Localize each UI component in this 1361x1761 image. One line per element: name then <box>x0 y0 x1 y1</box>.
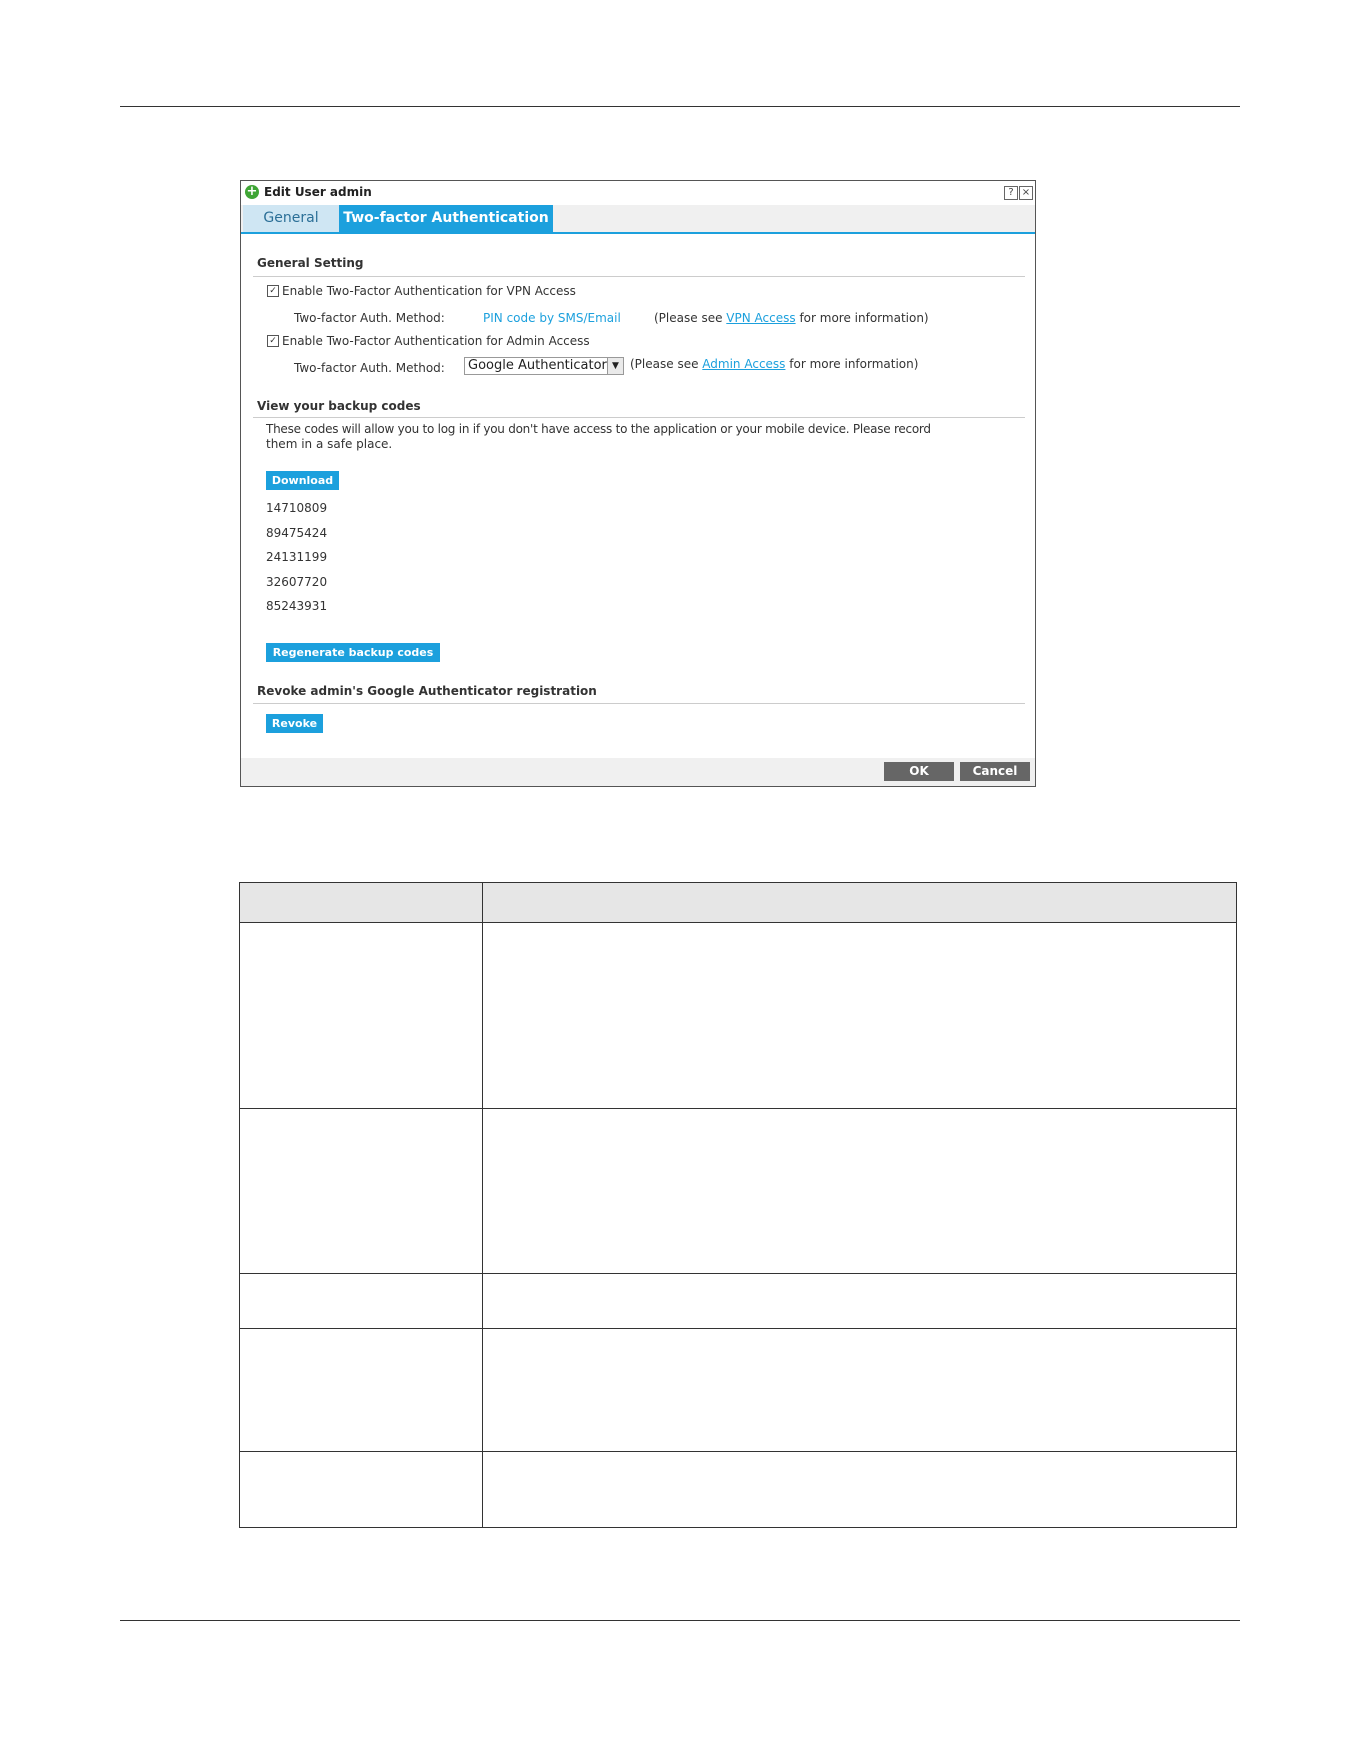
backup-description-line2: them in a safe place. <box>266 437 393 451</box>
tab-two-factor-authentication[interactable]: Two-factor Authentication <box>339 205 553 232</box>
table-cell <box>482 1273 1237 1329</box>
edit-user-dialog: + Edit User admin ? × General Two-factor… <box>240 180 1036 787</box>
table-header-cell <box>482 882 1237 923</box>
admin-method-note: (Please see Admin Access for more inform… <box>630 357 918 371</box>
ok-button[interactable]: OK <box>884 762 954 781</box>
backup-code: 32607720 <box>266 575 328 589</box>
note-suffix: for more information) <box>789 357 919 371</box>
dialog-footer: OK Cancel <box>241 758 1035 786</box>
table-cell <box>239 1108 483 1274</box>
revoke-heading: Revoke admin's Google Authenticator regi… <box>257 684 597 698</box>
table-cell <box>239 1451 483 1528</box>
add-user-icon: + <box>245 184 259 199</box>
header-rule <box>120 106 1240 107</box>
admin-2fa-checkbox-label: Enable Two-Factor Authentication for Adm… <box>282 334 590 348</box>
table-row <box>239 1451 1237 1528</box>
table-row <box>239 1273 1237 1329</box>
vpn-access-link[interactable]: VPN Access <box>726 311 795 325</box>
table-cell <box>239 1328 483 1452</box>
description-table <box>239 882 1237 1528</box>
backup-code: 24131199 <box>266 550 328 564</box>
section-divider <box>253 703 1025 704</box>
table-header-cell <box>239 882 483 923</box>
backup-codes-heading: View your backup codes <box>257 399 421 413</box>
general-setting-heading: General Setting <box>257 256 364 270</box>
admin-method-label: Two-factor Auth. Method: <box>294 361 445 375</box>
table-cell <box>239 1273 483 1329</box>
table-row <box>239 922 1237 1109</box>
admin-2fa-checkbox[interactable]: ✓ <box>267 335 279 347</box>
cancel-button[interactable]: Cancel <box>960 762 1030 781</box>
table-cell <box>482 922 1237 1109</box>
chevron-down-icon[interactable]: ▼ <box>607 358 623 374</box>
table-row <box>239 1328 1237 1452</box>
section-divider <box>253 276 1025 277</box>
admin-method-selected: Google Authenticator <box>468 358 607 373</box>
regenerate-backup-codes-button[interactable]: Regenerate backup codes <box>266 643 440 662</box>
backup-code: 14710809 <box>266 501 328 515</box>
table-cell <box>482 1451 1237 1528</box>
admin-method-select[interactable]: Google Authenticator ▼ <box>464 357 624 375</box>
dialog-titlebar: + Edit User admin ? × <box>241 181 1035 205</box>
admin-access-link[interactable]: Admin Access <box>702 357 785 371</box>
vpn-2fa-checkbox-label: Enable Two-Factor Authentication for VPN… <box>282 284 576 298</box>
section-divider <box>253 417 1025 418</box>
backup-description-line1: These codes will allow you to log in if … <box>266 422 931 436</box>
download-button[interactable]: Download <box>266 471 339 490</box>
note-suffix: for more information) <box>799 311 929 325</box>
table-cell <box>482 1108 1237 1274</box>
table-cell <box>482 1328 1237 1452</box>
note-prefix: (Please see <box>654 311 723 325</box>
footer-rule <box>120 1620 1240 1621</box>
vpn-method-value: PIN code by SMS/Email <box>483 311 621 325</box>
table-cell <box>239 922 483 1109</box>
backup-code: 85243931 <box>266 599 328 613</box>
tab-bar: General Two-factor Authentication <box>241 205 1035 234</box>
table-row <box>239 1108 1237 1274</box>
vpn-method-note: (Please see VPN Access for more informat… <box>654 311 929 325</box>
note-prefix: (Please see <box>630 357 699 371</box>
vpn-method-label: Two-factor Auth. Method: <box>294 311 445 325</box>
backup-code: 89475424 <box>266 526 328 540</box>
revoke-button[interactable]: Revoke <box>266 714 323 733</box>
tab-general[interactable]: General <box>243 205 339 232</box>
vpn-2fa-checkbox[interactable]: ✓ <box>267 285 279 297</box>
help-icon[interactable]: ? <box>1004 186 1018 200</box>
close-icon[interactable]: × <box>1019 186 1033 200</box>
table-header-row <box>239 882 1237 923</box>
dialog-title: Edit User admin <box>264 185 372 199</box>
